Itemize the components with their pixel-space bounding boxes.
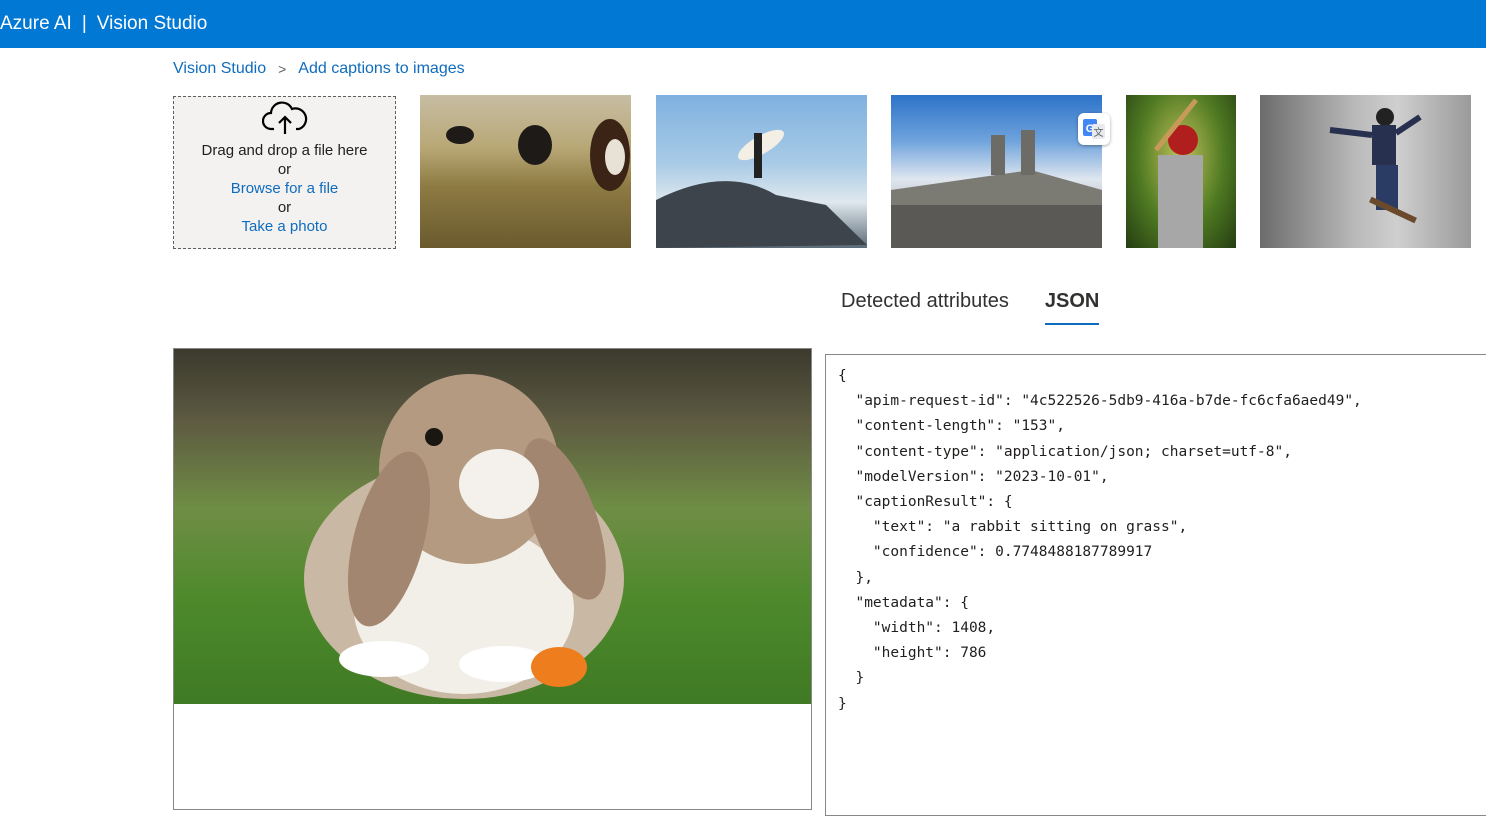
breadcrumb-current[interactable]: Add captions to images (298, 60, 464, 78)
json-line: } (838, 695, 847, 712)
take-photo-link[interactable]: Take a photo (174, 217, 395, 236)
image-preview-panel (173, 348, 812, 810)
sample-image-surfer[interactable] (656, 95, 867, 248)
or-text: or (277, 161, 292, 178)
breadcrumb-root[interactable]: Vision Studio (173, 60, 266, 78)
sample-image-skateboarder[interactable] (1260, 95, 1471, 248)
json-line: { (838, 368, 847, 384)
json-line: "metadata": { (838, 594, 969, 611)
cloud-upload-icon (174, 101, 395, 141)
json-line: "text": "a rabbit sitting on grass", (838, 519, 1188, 536)
tab-json[interactable]: JSON (1044, 290, 1100, 325)
svg-text:文: 文 (1094, 126, 1104, 139)
json-output-panel[interactable]: { "apim-request-id": "4c522526-5db9-416a… (825, 354, 1486, 816)
json-line: "width": 1408, (838, 620, 996, 637)
json-line: "content-length": "153", (838, 418, 1065, 435)
json-line: "confidence": 0.7748488187789917 (838, 544, 1153, 561)
sample-image-statues[interactable] (891, 95, 1102, 248)
translate-icon[interactable]: G 文 (1078, 113, 1110, 145)
or-text: or (277, 199, 292, 216)
header-separator: | (81, 13, 87, 34)
result-tabs: Detected attributes JSON (841, 290, 1135, 325)
json-line: "modelVersion": "2023-10-01", (838, 468, 1109, 485)
browse-file-link[interactable]: Browse for a file (174, 179, 395, 198)
json-line: "apim-request-id": "4c522526-5db9-416a-b… (838, 393, 1362, 410)
json-line: "height": 786 (838, 645, 987, 662)
drag-drop-text: Drag and drop a file here (201, 142, 368, 159)
sample-image-cows[interactable] (420, 95, 631, 248)
top-bar: Azure AI | Vision Studio (0, 0, 1486, 48)
app-name[interactable]: Vision Studio (97, 13, 208, 35)
brand-name[interactable]: Azure AI (0, 13, 72, 35)
breadcrumb: Vision Studio > Add captions to images (173, 60, 465, 78)
upload-dropzone[interactable]: Drag and drop a file here or Browse for … (173, 96, 396, 249)
json-line: "content-type": "application/json; chars… (838, 443, 1292, 460)
json-line: "captionResult": { (838, 494, 1013, 511)
json-code: { "apim-request-id": "4c522526-5db9-416a… (826, 355, 1486, 726)
sample-image-baseball[interactable] (1126, 95, 1236, 248)
chevron-right-icon: > (278, 61, 287, 77)
tab-detected-attributes[interactable]: Detected attributes (841, 290, 1009, 325)
preview-image (174, 349, 811, 704)
json-line: }, (838, 569, 873, 586)
json-line: } (838, 670, 865, 687)
